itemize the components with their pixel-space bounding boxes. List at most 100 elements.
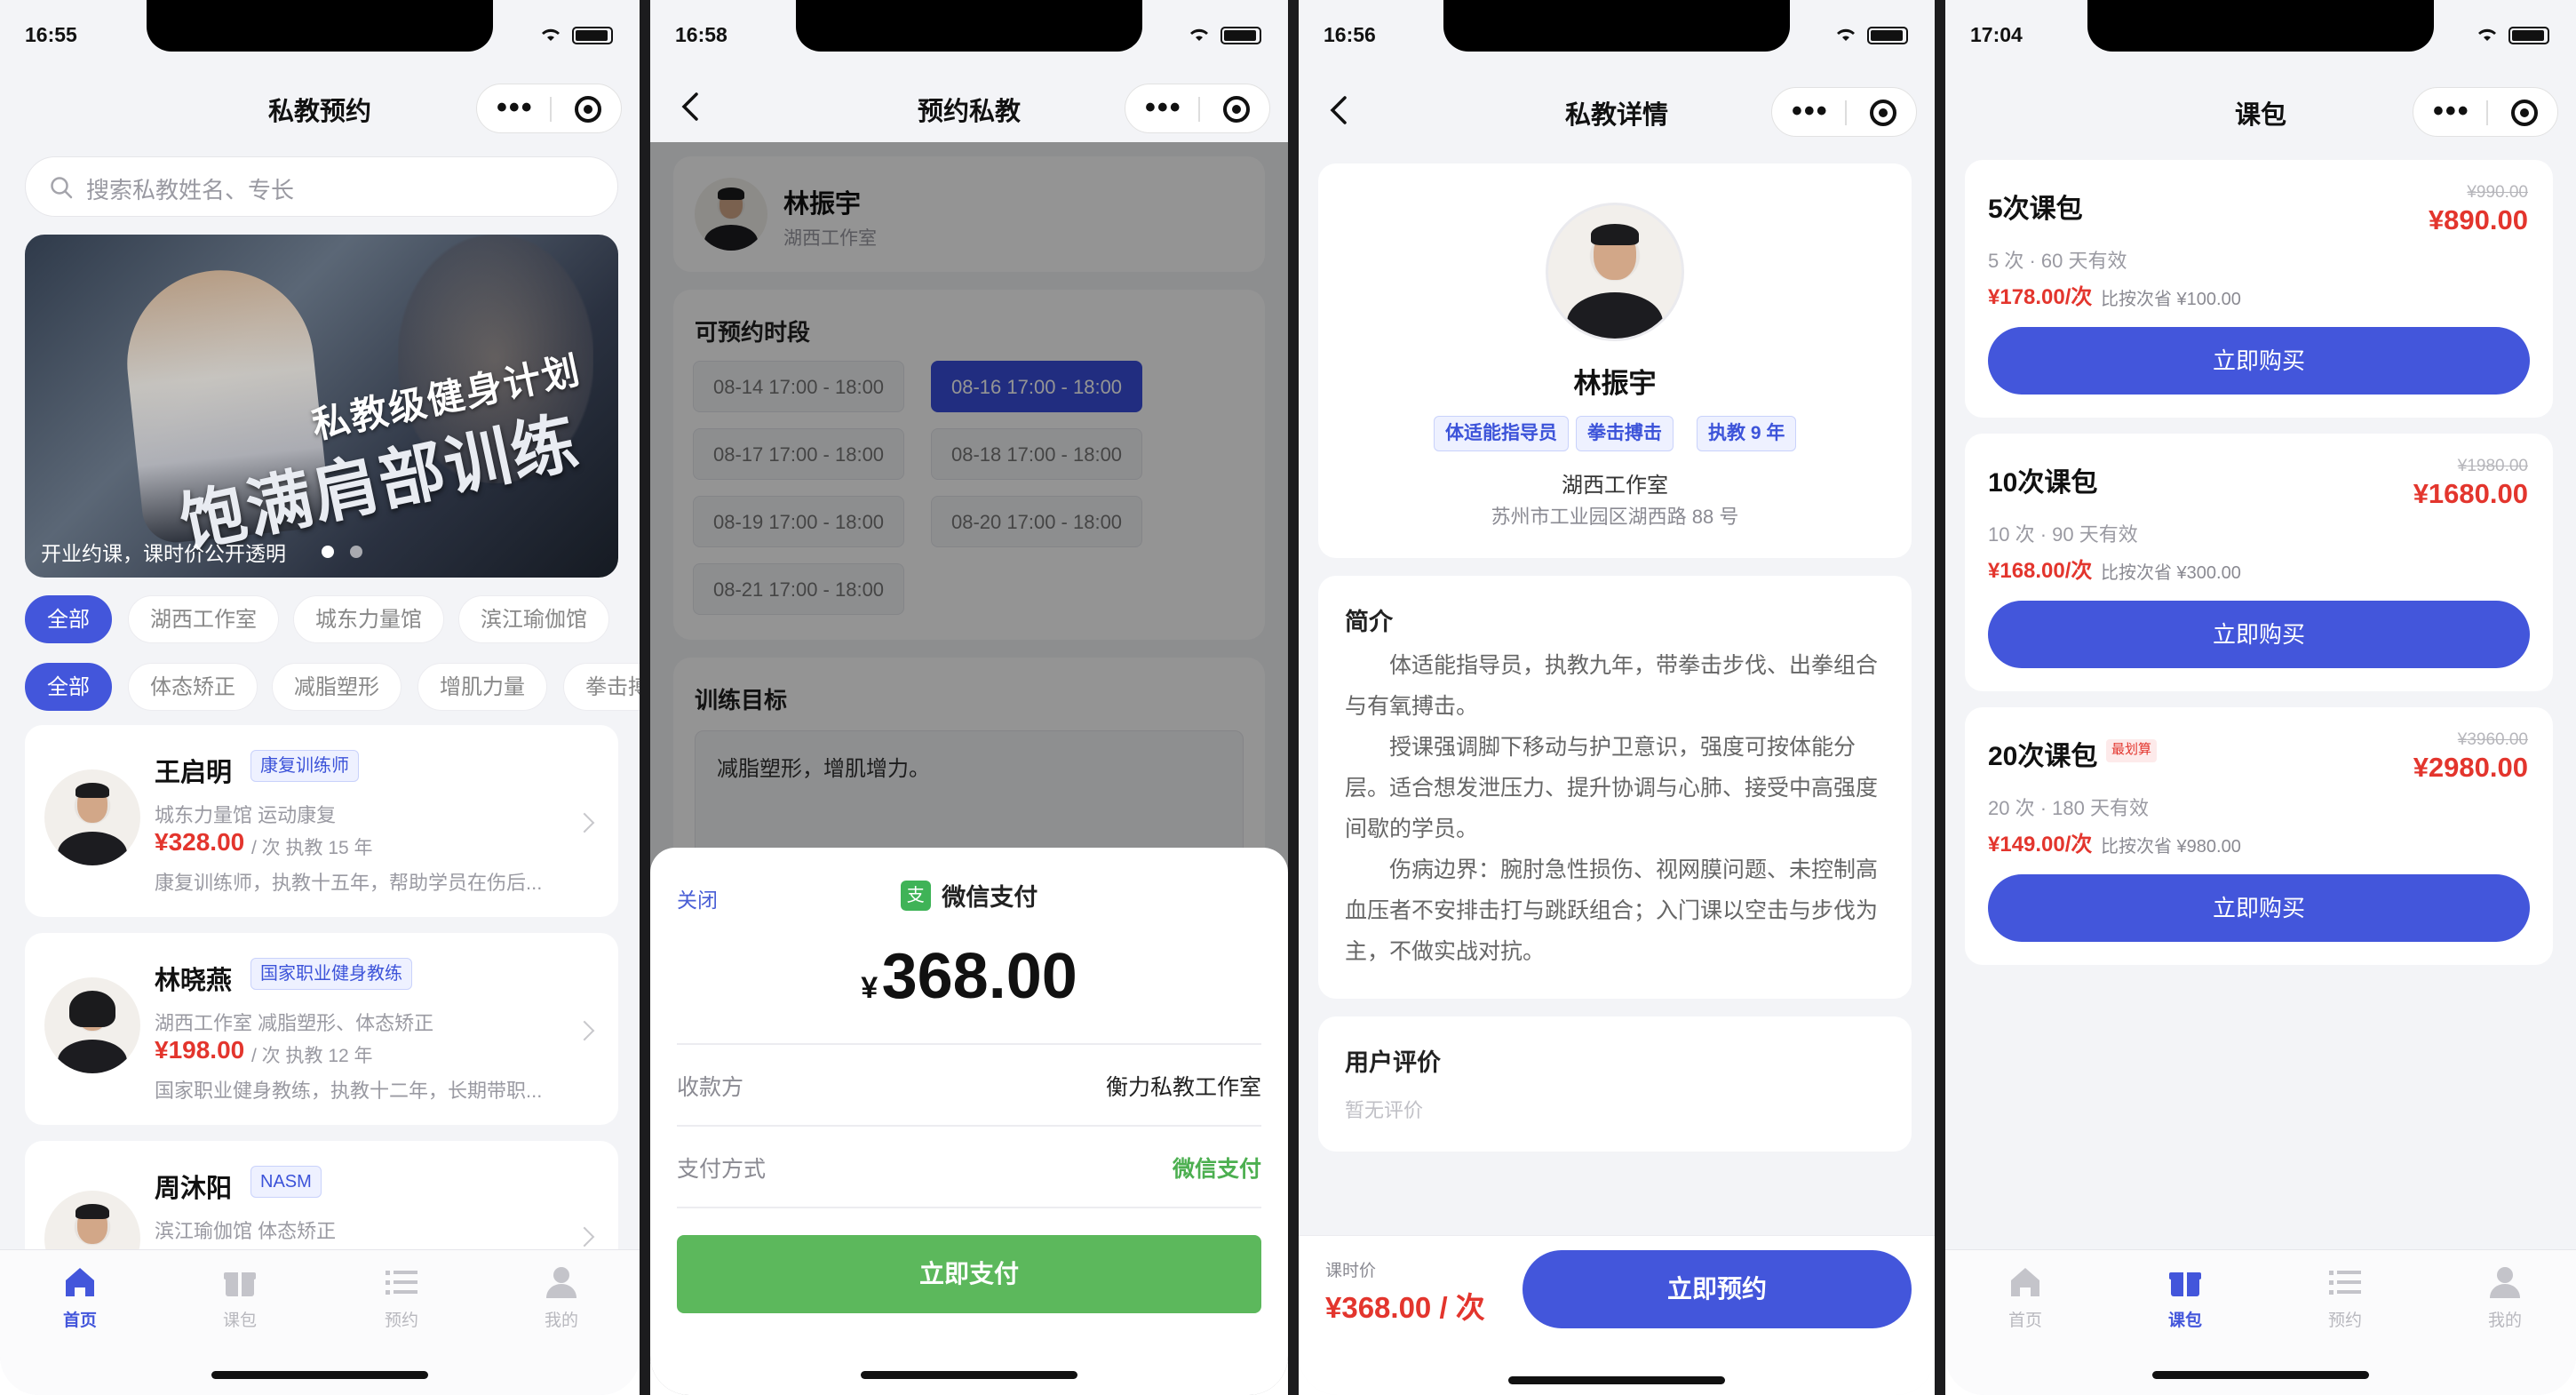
- tab-packages[interactable]: 课包: [2132, 1263, 2238, 1331]
- wechat-pay-icon: 支: [900, 880, 931, 911]
- home-icon: [66, 1268, 94, 1296]
- chevron-right-icon: [574, 812, 595, 833]
- pay-now-button[interactable]: 立即支付: [677, 1235, 1261, 1313]
- home-indicator: [861, 1371, 1077, 1379]
- battery-icon: [572, 27, 613, 44]
- studio-chip[interactable]: 滨江瑜伽馆: [458, 595, 609, 643]
- tab-bookings[interactable]: 预约: [348, 1263, 455, 1331]
- coach-card[interactable]: 林晓燕 国家职业健身教练 湖西工作室 减脂塑形、体态矫正 ¥198.00 / 次…: [25, 933, 618, 1125]
- booking-screen: 16:58 预约私教 ••• 林振宇 湖西工作室 可预约时段 08-14 17:…: [650, 0, 1288, 1395]
- tab-bar: 首页 课包 预约 我的: [0, 1249, 640, 1395]
- wifi-icon: [1190, 28, 1208, 41]
- booking-bar: 课时价 ¥368.00 / 次 立即预约: [1299, 1235, 1935, 1395]
- package-per-session: ¥168.00/次: [1988, 559, 2093, 583]
- best-value-badge: 最划算: [2106, 739, 2158, 762]
- package-original-price: ¥3960.00: [2457, 730, 2528, 749]
- coach-price: ¥198.00: [155, 1036, 245, 1064]
- list-icon: [2329, 1271, 2361, 1295]
- coach-desc: 国家职业健身教练，执教十二年，长期带职...: [155, 1080, 543, 1102]
- goal-chip[interactable]: 减脂塑形: [272, 663, 402, 711]
- status-time: 16:55: [25, 23, 77, 46]
- promo-banner[interactable]: 私教级健身计划 饱满肩部训练 开业约课，课时价公开透明: [25, 235, 618, 578]
- banner-caption: 开业约课，课时价公开透明: [41, 542, 286, 565]
- status-time: 16:58: [675, 23, 727, 46]
- tab-home[interactable]: 首页: [1972, 1263, 2079, 1331]
- battery-icon: [1867, 27, 1908, 44]
- carousel-dot[interactable]: [350, 546, 362, 558]
- coach-desc: 康复训练师，执教十五年，帮助学员在伤后...: [155, 872, 543, 894]
- search-icon: [51, 177, 73, 199]
- payment-header: 支 微信支付: [650, 878, 1288, 913]
- more-icon[interactable]: •••: [1792, 95, 1829, 127]
- coach-avatar: [1546, 203, 1684, 341]
- home-indicator: [2152, 1371, 2369, 1379]
- status-time: 16:56: [1324, 23, 1376, 46]
- close-target-icon[interactable]: [2511, 100, 2538, 126]
- package-info: 5 次 · 60 天有效: [1988, 250, 2127, 272]
- tab-mine[interactable]: 我的: [2452, 1263, 2558, 1331]
- goal-chip[interactable]: 体态矫正: [128, 663, 258, 711]
- status-time: 17:04: [1970, 23, 2023, 46]
- close-target-icon[interactable]: [1223, 96, 1250, 123]
- goal-chip[interactable]: 拳击搏: [563, 663, 640, 711]
- coach-tag: 康复训练师: [250, 750, 359, 782]
- buy-now-button[interactable]: 立即购买: [1988, 874, 2530, 942]
- package-original-price: ¥990.00: [2467, 183, 2528, 202]
- book-now-button[interactable]: 立即预约: [1523, 1250, 1912, 1328]
- package-per-session: ¥178.00/次: [1988, 285, 2093, 309]
- status-bar: 16:55: [0, 0, 640, 71]
- carousel-dot-active[interactable]: [322, 546, 334, 558]
- studio-chip[interactable]: 湖西工作室: [128, 595, 279, 643]
- package-per-session: ¥149.00/次: [1988, 833, 2093, 857]
- coach-meta: 湖西工作室 减脂塑形、体态矫正: [155, 1012, 434, 1034]
- home-icon: [2011, 1268, 2039, 1296]
- notch: [147, 0, 493, 52]
- close-target-icon[interactable]: [1870, 100, 1896, 126]
- status-bar: 17:04: [1945, 0, 2576, 71]
- intro-paragraph: 伤病边界：腕肘急性损伤、视网膜问题、未控制高血压者不安排击打与跳跃组合；入门课以…: [1345, 857, 1879, 964]
- package-savings: 比按次省 ¥980.00: [2101, 837, 2241, 857]
- studio-chip[interactable]: 城东力量馆: [293, 595, 444, 643]
- payment-title: 微信支付: [942, 884, 1038, 911]
- coach-avatar: [44, 769, 140, 865]
- coach-tag: 体适能指导员: [1434, 416, 1569, 451]
- coach-name: 林振宇: [1573, 368, 1657, 399]
- user-icon: [2490, 1267, 2520, 1298]
- tab-packages[interactable]: 课包: [187, 1263, 293, 1331]
- tab-mine[interactable]: 我的: [508, 1263, 615, 1331]
- payment-amount: ¥ 368.00: [650, 940, 1288, 1013]
- goal-chip[interactable]: 全部: [25, 663, 112, 711]
- goal-chip[interactable]: 增肌力量: [417, 663, 547, 711]
- coach-avatar: [44, 977, 140, 1073]
- coach-address: 苏州市工业园区湖西路 88 号: [1491, 506, 1739, 528]
- coach-meta: 城东力量馆 运动康复: [155, 804, 337, 826]
- review-empty-text: 暂无评价: [1345, 1099, 1424, 1121]
- more-icon[interactable]: •••: [497, 92, 534, 124]
- buy-now-button[interactable]: 立即购买: [1988, 327, 2530, 395]
- payee-value: 衡力私教工作室: [1105, 1075, 1261, 1100]
- coach-tag: NASM: [250, 1166, 322, 1198]
- status-bar: 16:58: [650, 0, 1288, 71]
- reviews-card: 用户评价 暂无评价: [1318, 1016, 1912, 1152]
- more-icon[interactable]: •••: [1145, 92, 1182, 124]
- package-savings: 比按次省 ¥300.00: [2101, 563, 2241, 583]
- currency-symbol: ¥: [861, 971, 879, 1005]
- search-input[interactable]: 搜索私教姓名、专长: [25, 156, 618, 217]
- studio-chip[interactable]: 全部: [25, 595, 112, 643]
- tab-home[interactable]: 首页: [27, 1263, 133, 1331]
- close-target-icon[interactable]: [575, 96, 601, 123]
- nav-bar: 预约私教 •••: [650, 71, 1288, 142]
- more-icon[interactable]: •••: [2433, 95, 2470, 127]
- chevron-right-icon: [574, 1226, 595, 1248]
- intro-paragraph: 授课强调脚下移动与护卫意识，强度可按体能分层。适合想发泄压力、提升协调与心肺、接…: [1345, 735, 1879, 841]
- package-name: 10次课包: [1988, 468, 2098, 498]
- payment-sheet: 关闭 支 微信支付 ¥ 368.00 收款方 衡力私教工作室 支付方式 微信支付…: [650, 848, 1288, 1395]
- coach-meta: 滨江瑜伽馆 体态矫正: [155, 1220, 337, 1242]
- tab-bookings[interactable]: 预约: [2292, 1263, 2398, 1331]
- payee-label: 收款方: [677, 1075, 744, 1100]
- buy-now-button[interactable]: 立即购买: [1988, 601, 2530, 668]
- amount-value: 368.00: [881, 941, 1077, 1012]
- package-price: ¥2980.00: [2413, 752, 2528, 783]
- tab-bar: 首页 课包 预约 我的: [1945, 1249, 2576, 1395]
- coach-card[interactable]: 王启明 康复训练师 城东力量馆 运动康复 ¥328.00 / 次 执教 15 年…: [25, 725, 618, 917]
